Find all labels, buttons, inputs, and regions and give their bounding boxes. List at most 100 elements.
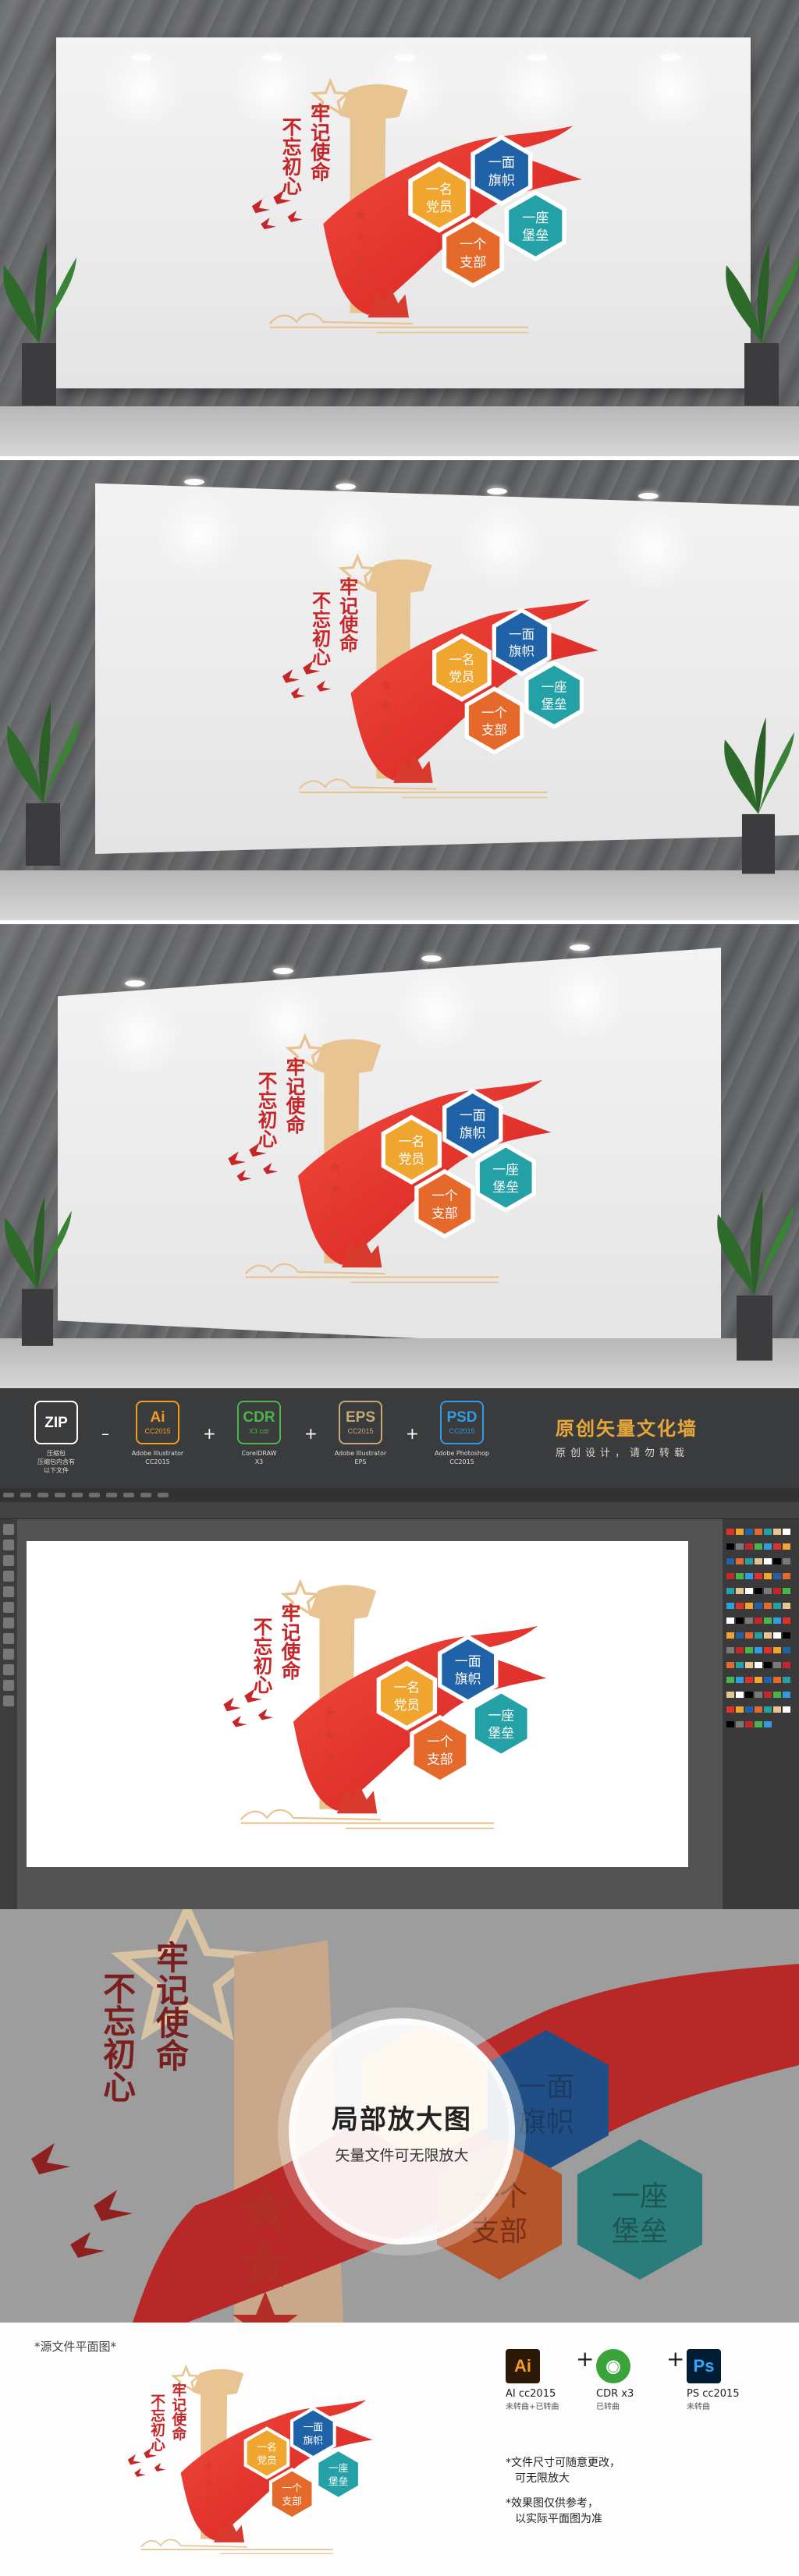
color-swatch[interactable] (745, 1662, 753, 1668)
color-swatch[interactable] (764, 1706, 772, 1713)
color-swatch[interactable] (773, 1529, 781, 1535)
color-swatch[interactable] (726, 1588, 734, 1594)
color-swatch[interactable] (755, 1558, 762, 1564)
color-swatch[interactable] (736, 1558, 744, 1564)
color-swatch[interactable] (745, 1632, 753, 1639)
color-swatch[interactable] (726, 1543, 734, 1550)
color-swatch[interactable] (764, 1543, 772, 1550)
color-swatch[interactable] (764, 1603, 772, 1609)
color-swatch[interactable] (736, 1618, 744, 1624)
color-swatch[interactable] (736, 1706, 744, 1713)
color-swatch[interactable] (783, 1692, 790, 1698)
scale-tool-icon[interactable] (3, 1649, 14, 1660)
color-swatch[interactable] (726, 1632, 734, 1639)
color-swatch[interactable] (755, 1706, 762, 1713)
color-swatch[interactable] (755, 1618, 762, 1624)
color-swatch[interactable] (745, 1588, 753, 1594)
color-swatch[interactable] (755, 1573, 762, 1579)
color-swatch[interactable] (764, 1721, 772, 1727)
color-swatch[interactable] (773, 1706, 781, 1713)
color-swatch[interactable] (783, 1588, 790, 1594)
color-swatch[interactable] (764, 1632, 772, 1639)
color-swatch[interactable] (764, 1588, 772, 1594)
color-swatch[interactable] (773, 1692, 781, 1698)
color-swatch[interactable] (773, 1677, 781, 1683)
color-swatch[interactable] (745, 1618, 753, 1624)
color-swatch[interactable] (755, 1588, 762, 1594)
color-swatch[interactable] (755, 1677, 762, 1683)
color-swatch[interactable] (783, 1529, 790, 1535)
color-swatch[interactable] (783, 1677, 790, 1683)
color-swatch[interactable] (736, 1573, 744, 1579)
color-swatch[interactable] (773, 1558, 781, 1564)
color-swatch[interactable] (736, 1647, 744, 1653)
color-swatch[interactable] (783, 1647, 790, 1653)
direct-select-tool-icon[interactable] (3, 1540, 14, 1550)
color-swatch[interactable] (764, 1662, 772, 1668)
color-swatch[interactable] (736, 1543, 744, 1550)
selection-tool-icon[interactable] (3, 1524, 14, 1535)
color-swatch[interactable] (726, 1677, 734, 1683)
color-swatch[interactable] (726, 1558, 734, 1564)
color-swatch[interactable] (783, 1603, 790, 1609)
rectangle-tool-icon[interactable] (3, 1602, 14, 1613)
color-swatch[interactable] (764, 1618, 772, 1624)
color-swatch[interactable] (745, 1543, 753, 1550)
color-swatch[interactable] (783, 1573, 790, 1579)
color-swatch[interactable] (764, 1558, 772, 1564)
color-swatch[interactable] (745, 1692, 753, 1698)
color-swatch[interactable] (745, 1706, 753, 1713)
color-swatch[interactable] (736, 1632, 744, 1639)
color-swatch[interactable] (755, 1721, 762, 1727)
color-swatch[interactable] (726, 1721, 734, 1727)
color-swatch[interactable] (736, 1529, 744, 1535)
eyedropper-tool-icon[interactable] (3, 1664, 14, 1675)
color-swatch[interactable] (773, 1632, 781, 1639)
color-swatch[interactable] (726, 1706, 734, 1713)
color-swatch[interactable] (755, 1529, 762, 1535)
color-swatch[interactable] (736, 1603, 744, 1609)
color-swatch[interactable] (764, 1647, 772, 1653)
pen-tool-icon[interactable] (3, 1555, 14, 1566)
color-swatch[interactable] (783, 1558, 790, 1564)
color-swatch[interactable] (745, 1647, 753, 1653)
color-swatch[interactable] (736, 1692, 744, 1698)
color-swatch[interactable] (773, 1647, 781, 1653)
color-swatch[interactable] (745, 1529, 753, 1535)
artboard[interactable]: 不忘初心 牢记使命 一名 党员 一面 旗帜 一个 支部 一座 堡垒 (27, 1541, 688, 1867)
color-swatch[interactable] (764, 1677, 772, 1683)
color-swatch[interactable] (726, 1529, 734, 1535)
color-swatch[interactable] (783, 1543, 790, 1550)
color-swatch[interactable] (773, 1618, 781, 1624)
color-swatch[interactable] (764, 1573, 772, 1579)
color-swatch[interactable] (736, 1721, 744, 1727)
color-swatch[interactable] (736, 1588, 744, 1594)
hand-tool-icon[interactable] (3, 1680, 14, 1691)
color-swatch[interactable] (755, 1632, 762, 1639)
brush-tool-icon[interactable] (3, 1618, 14, 1628)
color-swatch[interactable] (783, 1662, 790, 1668)
color-swatch[interactable] (755, 1662, 762, 1668)
color-swatch[interactable] (726, 1692, 734, 1698)
color-swatch[interactable] (755, 1647, 762, 1653)
color-swatch[interactable] (783, 1632, 790, 1639)
color-swatch[interactable] (764, 1529, 772, 1535)
color-swatch[interactable] (745, 1603, 753, 1609)
color-swatch[interactable] (726, 1647, 734, 1653)
color-swatch[interactable] (773, 1588, 781, 1594)
line-tool-icon[interactable] (3, 1586, 14, 1597)
color-swatch[interactable] (773, 1662, 781, 1668)
color-swatch[interactable] (773, 1543, 781, 1550)
rotate-tool-icon[interactable] (3, 1633, 14, 1644)
color-swatch[interactable] (736, 1677, 744, 1683)
zoom-tool-icon[interactable] (3, 1695, 14, 1706)
color-swatch[interactable] (726, 1662, 734, 1668)
color-swatch[interactable] (745, 1573, 753, 1579)
color-swatch[interactable] (755, 1543, 762, 1550)
color-swatch[interactable] (726, 1603, 734, 1609)
color-swatch[interactable] (773, 1573, 781, 1579)
color-swatch[interactable] (745, 1721, 753, 1727)
color-swatch[interactable] (745, 1558, 753, 1564)
color-swatch[interactable] (773, 1603, 781, 1609)
color-swatch[interactable] (745, 1677, 753, 1683)
